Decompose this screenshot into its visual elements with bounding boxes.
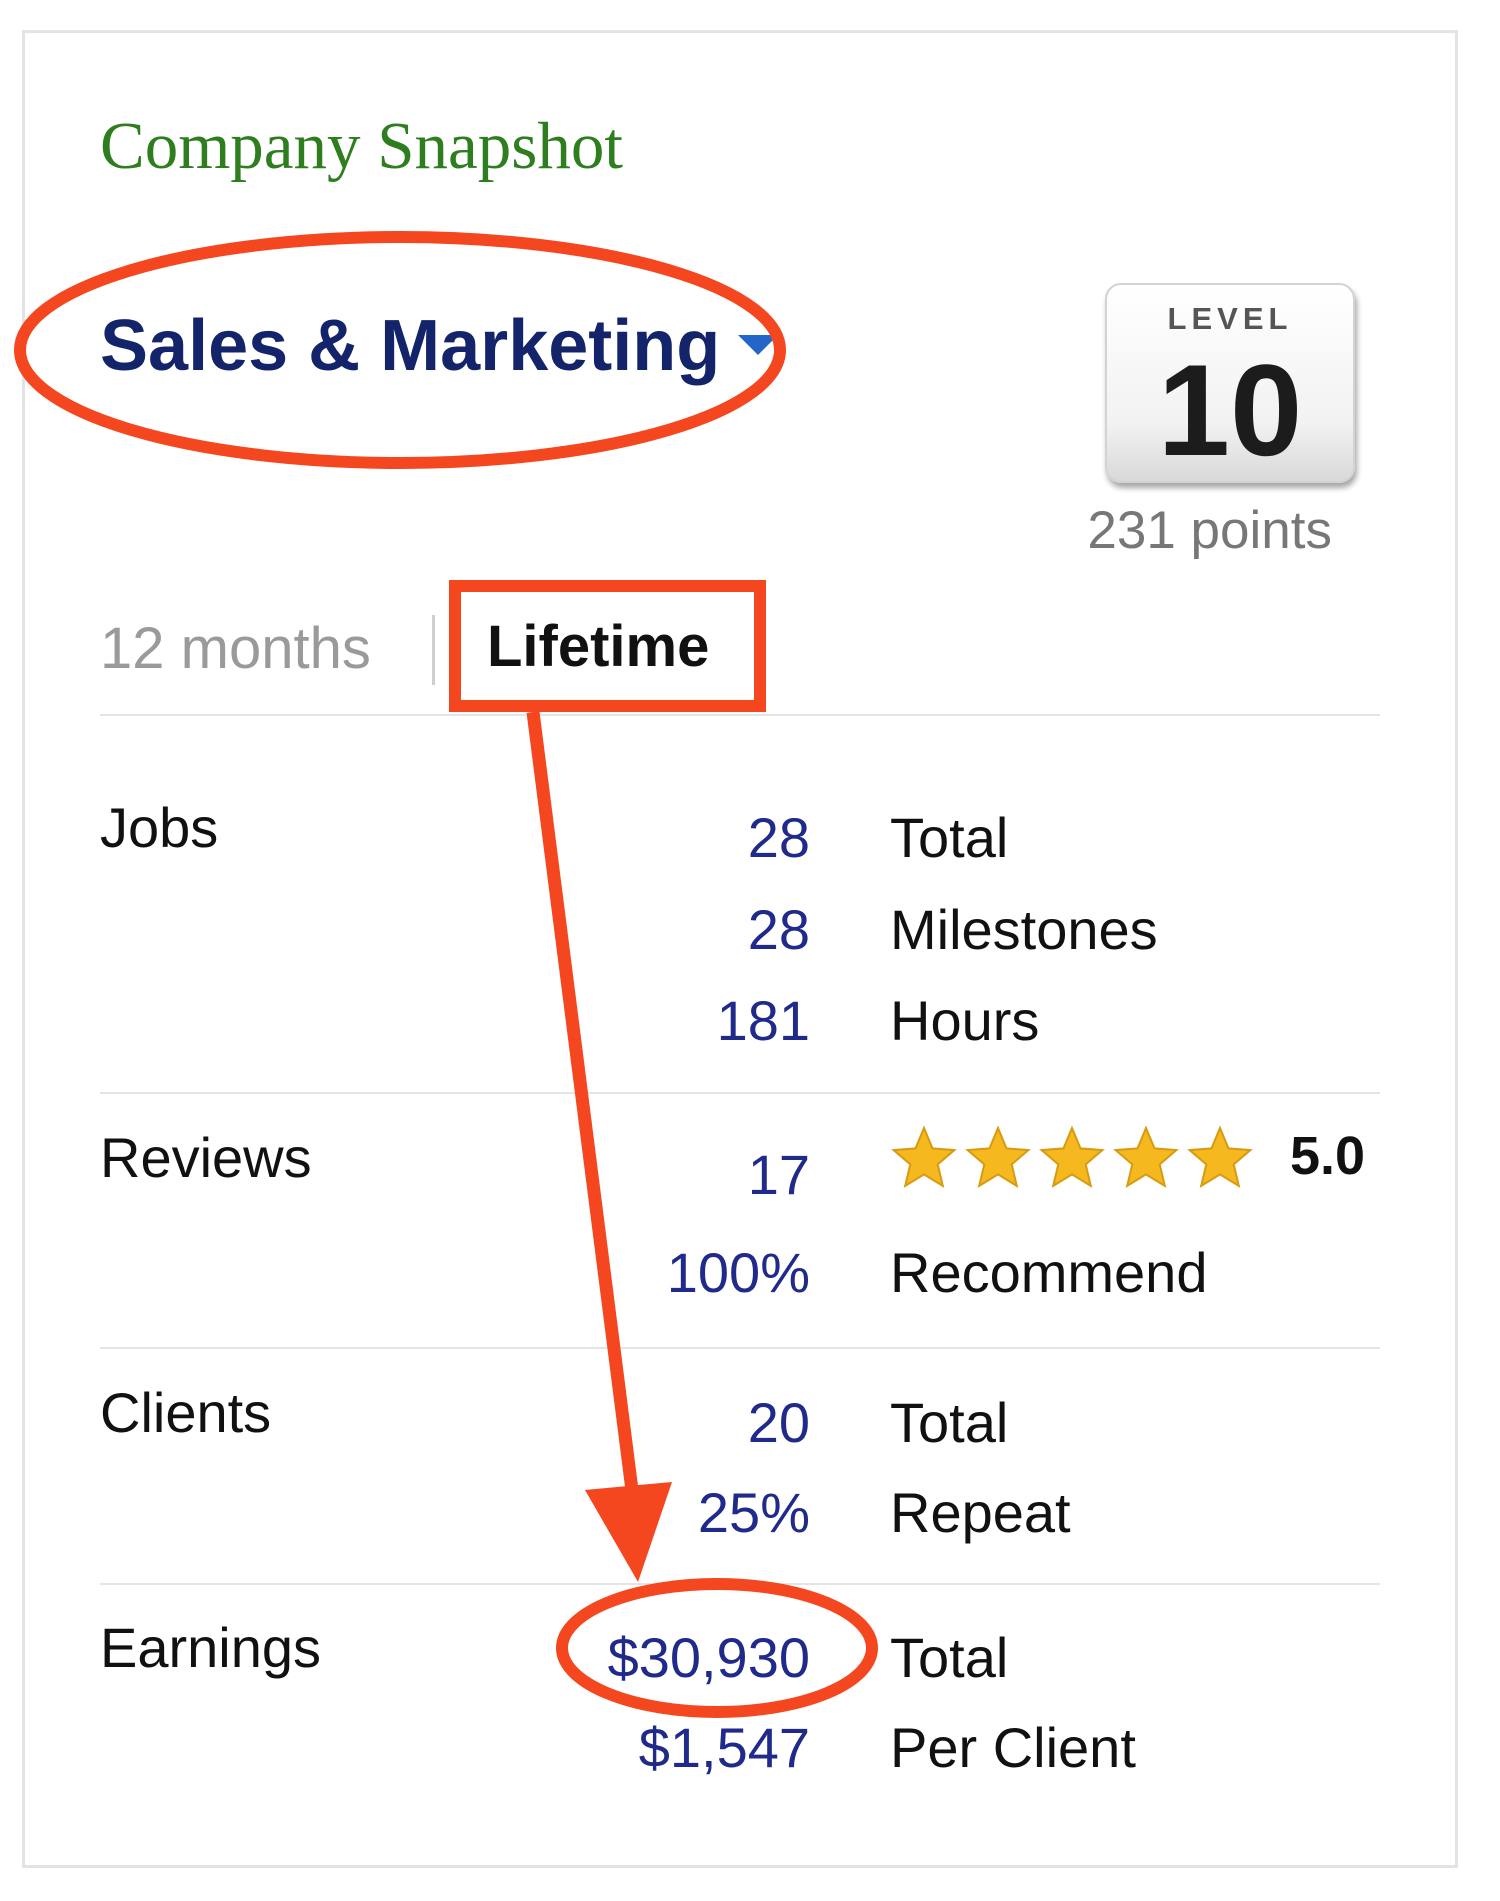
star-icon — [965, 1125, 1031, 1189]
clients-repeat-label: Repeat — [890, 1481, 1071, 1544]
jobs-milestones-value: 28 — [747, 898, 810, 961]
tab-12-months[interactable]: 12 months — [100, 615, 371, 682]
star-icon — [1113, 1125, 1179, 1189]
earnings-per-client-label: Per Client — [890, 1716, 1136, 1779]
clients-total-label: Total — [890, 1391, 1009, 1454]
section-label-earnings: Earnings — [100, 1616, 322, 1679]
category-label: Sales & Marketing — [100, 306, 721, 386]
recommend-value: 100% — [666, 1241, 810, 1304]
jobs-total-label: Total — [890, 806, 1009, 869]
level-label: LEVEL — [1167, 301, 1293, 336]
rating-value: 5.0 — [1290, 1126, 1366, 1186]
jobs-hours-label: Hours — [890, 989, 1040, 1052]
jobs-total-value: 28 — [747, 806, 810, 869]
star-icon — [1187, 1125, 1253, 1189]
jobs-milestones-label: Milestones — [890, 898, 1158, 961]
level-number: 10 — [1157, 337, 1303, 483]
section-label-clients: Clients — [100, 1381, 272, 1444]
reviews-count[interactable]: 17 — [510, 1142, 810, 1207]
divider — [100, 714, 1380, 716]
star-rating — [891, 1125, 1253, 1189]
star-icon — [891, 1125, 957, 1189]
earnings-total-value: $30,930 — [607, 1626, 810, 1689]
section-label-reviews: Reviews — [100, 1126, 312, 1189]
jobs-hours-value: 181 — [716, 989, 810, 1052]
star-icon — [1039, 1125, 1105, 1189]
divider — [100, 1347, 1380, 1349]
clients-repeat-value: 25% — [697, 1481, 810, 1544]
chevron-down-icon — [738, 334, 779, 355]
clients-total-value: 20 — [747, 1391, 810, 1454]
panel-title: Company Snapshot — [100, 109, 623, 183]
divider — [100, 1583, 1380, 1585]
category-dropdown[interactable]: Sales & Marketing — [100, 305, 779, 387]
section-label-jobs: Jobs — [100, 796, 219, 859]
recommend-label: Recommend — [890, 1241, 1208, 1304]
level-points: 231 points — [1087, 501, 1332, 560]
tab-separator — [432, 615, 435, 685]
tab-lifetime[interactable]: Lifetime — [487, 613, 709, 680]
level-badge: LEVEL 10 — [1105, 283, 1355, 483]
earnings-total-label: Total — [890, 1626, 1009, 1689]
divider — [100, 1092, 1380, 1094]
earnings-per-client-value: $1,547 — [638, 1716, 810, 1779]
